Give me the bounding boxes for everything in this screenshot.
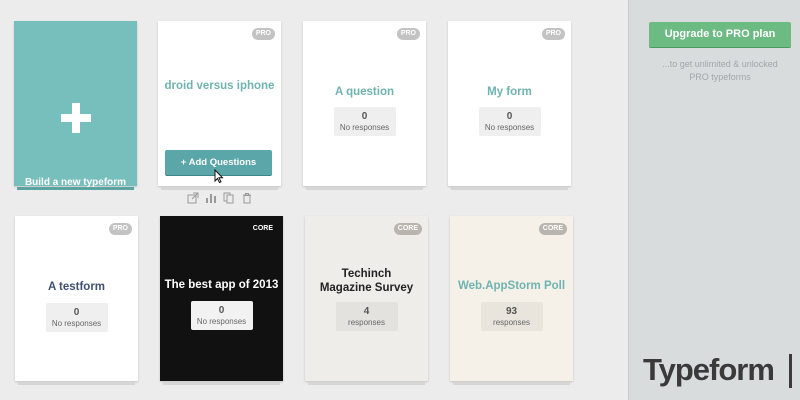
responses-box: 0 No responses [333,107,396,136]
share-icon[interactable] [187,191,199,204]
form-card-best-app-2013[interactable]: CORE The best app of 2013 0 No responses [160,216,283,385]
form-title[interactable]: A testform [19,280,134,294]
responses-label: No responses [196,317,247,326]
cursor-icon [214,169,224,183]
responses-label: responses [348,318,385,327]
responses-box: 0 No responses [478,107,541,136]
responses-box: 0 No responses [45,303,108,332]
form-title[interactable]: Techinch Magazine Survey [317,267,416,295]
upgrade-pro-button[interactable]: Upgrade to PRO plan [649,22,791,47]
response-count: 0 [506,111,513,122]
form-card-webappstorm-poll[interactable]: CORE Web.AppStorm Poll 93 responses [450,216,573,385]
trash-icon[interactable] [241,191,253,204]
response-count: 4 [363,306,370,317]
form-title[interactable]: The best app of 2013 [164,278,279,292]
responses-box: 93 responses [480,302,543,331]
pro-badge: PRO [251,28,275,40]
plus-icon [61,103,91,133]
form-card-droid-versus-iphone[interactable]: PRO droid versus iphone + Add Questions [158,21,281,190]
form-tool-icons [187,191,257,205]
logo-bar [789,354,792,388]
build-new-label: Build a new typeform [24,177,127,188]
core-badge: CORE [538,223,567,235]
upgrade-subtext-line: PRO typeforms [689,72,751,82]
core-badge: CORE [393,223,422,235]
copy-icon[interactable] [223,191,235,204]
pro-badge: PRO [108,223,132,235]
form-title[interactable]: Web.AppStorm Poll [454,279,569,293]
response-count: 0 [73,307,80,318]
sidebar: Upgrade to PRO plan ...to get unlimited … [628,0,800,400]
forms-grid: Build a new typeform PRO droid versus ip… [0,0,628,400]
form-card-my-form[interactable]: PRO My form 0 No responses [448,21,571,190]
responses-label: No responses [484,123,535,132]
response-count: 0 [218,305,225,316]
upgrade-subtext-line: ...to get unlimited & unlocked [662,59,778,69]
pro-badge: PRO [396,28,420,40]
stats-icon[interactable] [205,191,217,203]
response-count: 93 [505,306,518,317]
responses-label: No responses [51,319,102,328]
core-badge: CORE [252,225,273,232]
form-card-a-question[interactable]: PRO A question 0 No responses [303,21,426,190]
form-title[interactable]: My form [452,85,567,99]
responses-box: 0 No responses [190,301,253,330]
upgrade-subtext: ...to get unlimited & unlocked PRO typef… [649,58,791,84]
form-card-a-testform[interactable]: PRO A testform 0 No responses [15,216,138,385]
form-card-techinch-survey[interactable]: CORE Techinch Magazine Survey 4 response… [305,216,428,385]
build-new-typeform-card[interactable]: Build a new typeform [14,21,137,190]
typeform-logo: Typeform [643,352,775,387]
form-title[interactable]: A question [307,85,422,99]
responses-box: 4 responses [335,302,398,331]
responses-label: No responses [339,123,390,132]
form-title[interactable]: droid versus iphone [162,79,277,93]
pro-badge: PRO [541,28,565,40]
response-count: 0 [361,111,368,122]
responses-label: responses [493,318,530,327]
